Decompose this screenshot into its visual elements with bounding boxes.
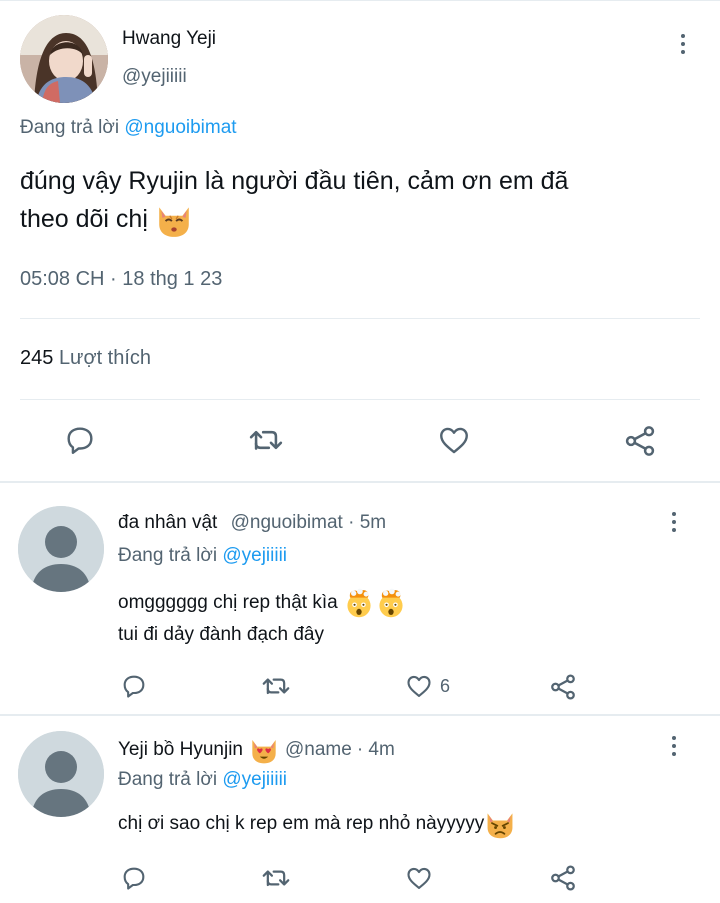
reply-time[interactable]: · 5m bbox=[348, 512, 386, 533]
tweet-timestamp[interactable]: 05:08 CH · 18 thg 1 23 bbox=[20, 268, 222, 291]
retweet-button[interactable] bbox=[260, 864, 292, 892]
tweet-text-line-2-wrap: theo dõi chị bbox=[20, 200, 700, 239]
tweet-text-line-1: đúng vậy Ryujin là người đầu tiên, cảm ơ… bbox=[20, 167, 569, 195]
heart-icon bbox=[407, 867, 431, 889]
reply-icon bbox=[67, 427, 93, 454]
reply-author-name[interactable]: Yeji bồ Hyunjin bbox=[118, 739, 243, 761]
pouting-cat-emoji bbox=[487, 813, 513, 839]
retweet-icon bbox=[249, 430, 283, 450]
replying-to: Đang trả lời @nguoibimat bbox=[20, 117, 237, 139]
retweet-icon bbox=[262, 870, 290, 887]
share-icon bbox=[551, 674, 575, 700]
replying-to-handle[interactable]: @yejiiiii bbox=[222, 545, 287, 566]
replying-to-label: Đang trả lời bbox=[20, 117, 120, 138]
replying-to-label: Đang trả lời bbox=[118, 545, 218, 566]
reply-header: đa nhân vật @nguoibimat · 5m bbox=[118, 512, 386, 534]
replying-to: Đang trả lời @yejiiiii bbox=[118, 545, 287, 567]
more-options-icon[interactable] bbox=[670, 512, 678, 534]
reply-header: Yeji bồ Hyunjin @name · 4m bbox=[118, 735, 395, 765]
share-button[interactable] bbox=[548, 863, 578, 893]
more-options-icon[interactable] bbox=[670, 736, 678, 758]
tweet-text: đúng vậy Ryujin là người đầu tiên, cảm ơ… bbox=[20, 162, 700, 239]
section-divider bbox=[0, 714, 720, 716]
like-count[interactable]: 245 Lượt thích bbox=[20, 347, 151, 370]
reply-text: chị ơi sao chị k rep em mà rep nhỏ nàyyy… bbox=[118, 808, 516, 840]
retweet-button[interactable] bbox=[260, 672, 292, 700]
like-count-label: Lượt thích bbox=[58, 347, 152, 369]
divider bbox=[20, 399, 700, 400]
replying-to-handle[interactable]: @nguoibimat bbox=[124, 117, 236, 138]
replying-to-handle[interactable]: @yejiiiii bbox=[222, 769, 287, 790]
section-divider bbox=[0, 481, 720, 483]
divider bbox=[20, 318, 700, 319]
reply-text-line-1: chị ơi sao chị k rep em mà rep nhỏ nàyyy… bbox=[118, 813, 485, 835]
like-count: 6 bbox=[440, 675, 451, 696]
reply-icon bbox=[123, 867, 145, 890]
reply-button[interactable] bbox=[120, 864, 148, 892]
heart-icon bbox=[407, 675, 431, 697]
reply-text-line-2: tui đi dảy đành đạch đây bbox=[118, 624, 324, 646]
more-options-icon[interactable] bbox=[679, 34, 687, 56]
reply-author-handle[interactable]: @nguoibimat bbox=[231, 512, 343, 533]
author-avatar[interactable] bbox=[20, 15, 108, 103]
replying-to-label: Đang trả lời bbox=[118, 769, 218, 790]
kissing-cat-emoji bbox=[159, 207, 189, 238]
author-name[interactable]: Hwang Yeji bbox=[122, 28, 216, 50]
reply-text-line-1: omgggggg chị rep thật kìa bbox=[118, 592, 338, 614]
reply-author-handle[interactable]: @name bbox=[285, 739, 352, 761]
share-icon bbox=[551, 865, 575, 891]
share-button[interactable] bbox=[548, 672, 578, 702]
reply-button[interactable] bbox=[120, 672, 148, 700]
reply-author-name[interactable]: đa nhân vật bbox=[118, 512, 217, 533]
reply-icon bbox=[123, 675, 145, 698]
like-button[interactable]: 6 bbox=[404, 672, 450, 700]
share-button[interactable] bbox=[622, 423, 658, 459]
exploding-head-emoji bbox=[347, 588, 371, 618]
reply-text: omgggggg chị rep thật kìa tui đi dảy đàn… bbox=[118, 587, 407, 651]
reply-avatar[interactable] bbox=[18, 506, 104, 592]
retweet-icon bbox=[262, 678, 290, 695]
author-handle[interactable]: @yejiiiii bbox=[122, 66, 187, 88]
like-button[interactable] bbox=[404, 864, 434, 892]
replying-to: Đang trả lời @yejiiiii bbox=[118, 769, 287, 791]
heart-eyes-cat-emoji bbox=[252, 740, 276, 764]
share-icon bbox=[625, 426, 655, 456]
like-button[interactable] bbox=[436, 423, 472, 457]
reply-text-line-1-wrap: omgggggg chị rep thật kìa bbox=[118, 587, 407, 619]
default-avatar-icon bbox=[18, 731, 104, 817]
like-count-number: 245 bbox=[20, 347, 54, 369]
avatar-photo bbox=[20, 15, 108, 103]
tweet-text-line-2: theo dõi chị bbox=[20, 205, 148, 233]
default-avatar-icon bbox=[18, 506, 104, 592]
reply-avatar[interactable] bbox=[18, 731, 104, 817]
retweet-button[interactable] bbox=[247, 423, 285, 457]
reply-button[interactable] bbox=[63, 423, 97, 457]
reply-time[interactable]: · 4m bbox=[357, 739, 395, 761]
top-border bbox=[0, 0, 720, 1]
exploding-head-emoji bbox=[379, 588, 403, 618]
heart-icon bbox=[440, 427, 468, 454]
